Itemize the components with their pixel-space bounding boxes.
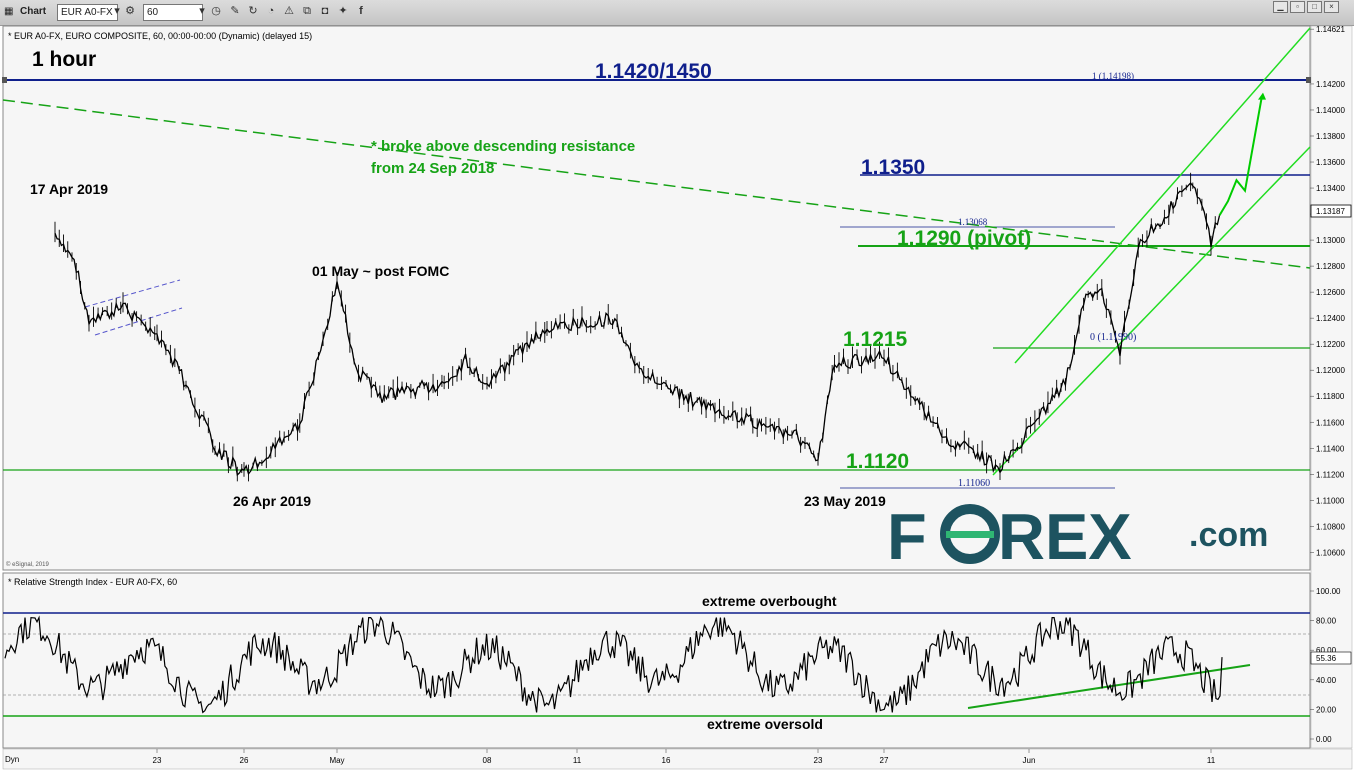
pencil-icon[interactable]: ✎: [228, 4, 242, 18]
symbol-dropdown-icon[interactable]: ▾: [110, 4, 124, 18]
price-tick-label: 1.12600: [1316, 288, 1345, 297]
price-tick-label: 1.13400: [1316, 184, 1345, 193]
rsi-tick-label: 40.00: [1316, 676, 1337, 685]
price-tick-label: 1.12400: [1316, 314, 1345, 323]
x-tick-label: 08: [483, 756, 492, 765]
x-tick-label: 16: [662, 756, 671, 765]
copyright: © eSignal, 2019: [6, 561, 49, 568]
facebook-icon[interactable]: f: [354, 4, 368, 18]
chart-tab-label[interactable]: Chart: [20, 4, 46, 19]
current-price-label: 1.13187: [1316, 207, 1345, 216]
price-panel-header: * EUR A0-FX, EURO COMPOSITE, 60, 00:00-0…: [8, 31, 312, 41]
minimize-button[interactable]: ▁: [1273, 1, 1288, 13]
restore-button[interactable]: ▫: [1290, 1, 1305, 13]
close-button[interactable]: ×: [1324, 1, 1339, 13]
x-tick-label: 26: [240, 756, 249, 765]
alert-icon[interactable]: ⚠: [282, 4, 296, 18]
price-tick-label: 1.13000: [1316, 236, 1345, 245]
logo-letters-rex: REX: [998, 500, 1132, 573]
level-1120-label: 1.1120: [846, 450, 909, 473]
overbought-label: extreme overbought: [702, 593, 837, 609]
x-axis-corner: Dyn: [5, 755, 19, 764]
apr26-label: 26 Apr 2019: [233, 493, 311, 509]
maximize-button[interactable]: □: [1307, 1, 1322, 13]
level-1215-label: 1.1215: [843, 328, 908, 351]
fib-zero-label: 0 (1.11990): [1090, 332, 1136, 343]
rsi-current-label: 55.36: [1316, 654, 1337, 663]
refresh-icon[interactable]: ↻: [246, 4, 260, 18]
link-icon[interactable]: ⧉: [300, 4, 314, 18]
rsi-panel-header: * Relative Strength Index - EUR A0-FX, 6…: [8, 577, 177, 587]
settings-icon[interactable]: ⚙: [123, 4, 137, 18]
logo-dotcom: .com: [1189, 516, 1268, 554]
price-y-axis: 1.14621 1.14200 1.14000 1.13800 1.13600 1.134…: [1310, 25, 1345, 557]
fib-high-label: 1.13068: [958, 217, 988, 227]
apr17-label: 17 Apr 2019: [30, 181, 108, 197]
rsi-tick-label: 80.00: [1316, 617, 1337, 626]
x-tick-label: 11: [1207, 756, 1216, 765]
x-axis-area: [2, 748, 1353, 770]
logo-o-bar: [946, 531, 994, 538]
x-tick-label: Jun: [1023, 756, 1036, 765]
interval-input[interactable]: 60: [143, 4, 203, 21]
level-1420-handle-left[interactable]: [2, 77, 7, 83]
may01-label: 01 May ~ post FOMC: [312, 263, 449, 279]
price-tick-label: 1.14621: [1316, 25, 1345, 34]
logo-letter-f: F: [887, 500, 927, 573]
price-tick-label: 1.10600: [1316, 548, 1345, 557]
price-tick-label: 1.11800: [1316, 392, 1345, 401]
timeframe-title: 1 hour: [32, 48, 96, 71]
price-tick-label: 1.11600: [1316, 418, 1345, 427]
may23-label: 23 May 2019: [804, 493, 886, 509]
price-tick-label: 1.10800: [1316, 522, 1345, 531]
price-tick-label: 1.11000: [1316, 496, 1345, 505]
x-tick-label: May: [329, 756, 344, 765]
price-tick-label: 1.14000: [1316, 106, 1345, 115]
x-tick-label: 23: [814, 756, 823, 765]
price-tick-label: 1.12800: [1316, 262, 1345, 271]
chart-tab-icon[interactable]: ▦: [4, 4, 13, 19]
fib-top-label: 1 (1.14198): [1092, 71, 1134, 81]
oversold-label: extreme oversold: [707, 716, 823, 732]
interval-dropdown-icon[interactable]: ▾: [195, 4, 209, 18]
price-tick-label: 1.13600: [1316, 158, 1345, 167]
x-tick-label: 23: [153, 756, 162, 765]
chart-area[interactable]: 1.14621 1.14200 1.14000 1.13800 1.13600 1.134…: [0, 25, 1354, 771]
rsi-panel: [2, 572, 1311, 749]
x-tick-label: 27: [880, 756, 889, 765]
twitter-icon[interactable]: ✦: [336, 4, 350, 18]
price-tick-label: 1.13800: [1316, 132, 1345, 141]
symbol-input[interactable]: EUR A0-FX: [57, 4, 118, 21]
fib-low-label: 1.11060: [958, 478, 990, 489]
x-tick-label: 11: [573, 756, 582, 765]
chart-icon[interactable]: ◔: [264, 4, 278, 18]
resistance-note-1: * broke above descending resistance: [371, 138, 635, 155]
price-tick-label: 1.11400: [1316, 444, 1345, 453]
pivot-label: 1.1290 (pivot): [897, 227, 1031, 250]
price-tick-label: 1.12200: [1316, 340, 1345, 349]
price-tick-label: 1.12000: [1316, 366, 1345, 375]
price-tick-label: 1.14200: [1316, 80, 1345, 89]
level-1420-handle-right[interactable]: [1306, 77, 1311, 83]
camera-icon[interactable]: ◘: [318, 4, 332, 18]
rsi-tick-label: 0.00: [1316, 735, 1332, 744]
level-1350-label: 1.1350: [861, 156, 925, 179]
clock-icon[interactable]: ◷: [209, 4, 223, 18]
rsi-tick-label: 20.00: [1316, 705, 1337, 714]
resistance-note-2: from 24 Sep 2018: [371, 160, 494, 177]
target-label: 1.1420/1450: [595, 60, 712, 83]
price-tick-label: 1.11200: [1316, 470, 1345, 479]
rsi-tick-label: 100.00: [1316, 587, 1341, 596]
toolbar: ▦ Chart EUR A0-FX ▾ ⚙ 60 ▾ ◷ ✎ ↻ ◔ ⚠ ⧉ ◘…: [0, 0, 1354, 26]
